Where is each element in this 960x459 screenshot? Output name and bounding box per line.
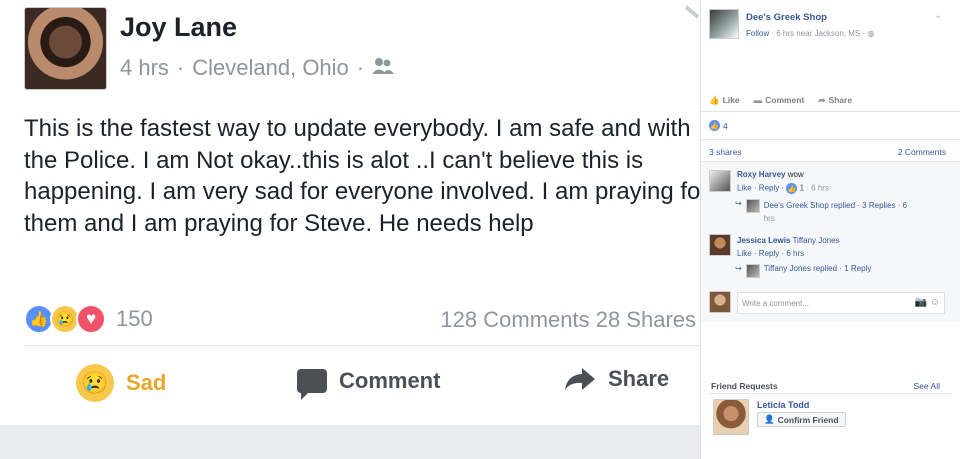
share-arrow-icon [565, 368, 595, 390]
page-time: · 6 hrs near Jackson, MS · [771, 29, 866, 38]
post-location[interactable]: Cleveland, Ohio [192, 55, 349, 81]
comment-text: wow [787, 170, 804, 179]
comment-actions: Like · Reply · 👍 1 · 6 hrs [737, 183, 829, 194]
comment-input[interactable]: Write a comment... 📷 ☺ [737, 292, 945, 314]
sad-label: Sad [126, 370, 167, 395]
post-text: This is the fastest way to update everyb… [24, 115, 700, 237]
comments-shares-count[interactable]: 128 Comments 28 Shares [440, 307, 696, 333]
globe-icon: ◍ [867, 29, 875, 38]
comment-actions[interactable]: Like · Reply · 6 hrs [737, 249, 804, 258]
reactions-summary[interactable]: 👍 😢 ♥ 150 [24, 304, 153, 334]
divider [709, 393, 952, 394]
like-reaction-icon: 👍 [709, 120, 720, 131]
follow-link[interactable]: Follow [746, 29, 769, 38]
share-label: Share [608, 366, 670, 391]
comment-time: · 6 hrs [806, 183, 829, 193]
reply-line-2: hrs [763, 214, 775, 223]
comment-placeholder: Write a comment... [742, 299, 809, 308]
post-meta: 4 hrs · Cleveland, Ohio · [120, 55, 395, 81]
post-author[interactable]: Joy Lane [120, 12, 237, 43]
comment: Jessica Lewis Tiffany Jones [737, 236, 840, 245]
reply-thread[interactable]: ↪ Tiffany Jones replied · 1 Reply [735, 264, 871, 278]
see-all-link[interactable]: See All [914, 381, 940, 391]
comment-tag[interactable]: Tiffany Jones [792, 236, 839, 245]
comment-like-count: 1 [799, 183, 805, 193]
meta-separator: · [176, 55, 185, 80]
commenter-avatar[interactable] [709, 234, 731, 256]
camera-icon[interactable]: 📷 [915, 297, 927, 308]
comment-label: Comment [339, 368, 441, 393]
panel-actions: 👍 Like ▬ Comment ➦ Share [709, 95, 852, 106]
post-blank-area [701, 45, 960, 89]
author-avatar[interactable] [24, 7, 107, 90]
comments-count[interactable]: 2 Comments [898, 147, 946, 157]
panel-share-label: Share [828, 95, 853, 105]
panel-like-label: Like [722, 95, 740, 105]
comment-bubble-icon [297, 369, 327, 400]
sad-button[interactable]: 😢 Sad [76, 364, 166, 402]
friend-requests-title: Friend Requests [711, 381, 778, 391]
divider [24, 345, 700, 346]
friend-request-avatar[interactable] [713, 399, 749, 435]
add-friend-icon: 👤 [764, 414, 775, 424]
thumb-icon: 👍 [709, 95, 720, 105]
reply-thread[interactable]: ↪ Dee's Greek Shop replied · 3 Replies ·… [735, 199, 907, 225]
like-count-value: 4 [723, 120, 728, 131]
reply-line: Tiffany Jones replied · 1 Reply [763, 264, 872, 273]
chevron-down-icon[interactable]: ⌄ [934, 10, 942, 21]
panel-like-button[interactable]: 👍 Like [709, 95, 740, 106]
friend-request-name[interactable]: Leticia Todd [757, 400, 809, 410]
meta-separator-2: · [356, 55, 365, 80]
reply-line: Dee's Greek Shop replied · 3 Replies · 6 [763, 201, 908, 210]
emoji-icon[interactable]: ☺ [930, 297, 940, 308]
reply-arrow-icon: ↪ [735, 264, 742, 273]
like-reply-links[interactable]: Like · Reply · [737, 184, 784, 193]
page-name[interactable]: Dee's Greek Shop [746, 12, 827, 23]
love-reaction-icon: ♥ [76, 304, 106, 334]
input-icons: 📷 ☺ [915, 297, 940, 308]
reaction-count: 150 [116, 306, 153, 331]
post-main: Joy Lane 4 hrs · Cleveland, Ohio · This … [0, 0, 700, 459]
comment: Roxy Harvey wow [737, 170, 804, 179]
page-avatar[interactable] [709, 9, 739, 39]
panel-share-button[interactable]: ➦ Share [818, 95, 852, 106]
page-meta: Follow · 6 hrs near Jackson, MS · ◍ [746, 29, 874, 38]
comment-button[interactable]: Comment [297, 368, 441, 400]
post-actions: 😢 Sad Comment Share [0, 360, 700, 410]
edit-pencil-icon[interactable] [684, 5, 700, 19]
panel-comment-button[interactable]: ▬ Comment [754, 95, 805, 106]
reply-arrow-icon: ↪ [735, 199, 742, 208]
my-avatar [709, 291, 731, 313]
comment-icon: ▬ [753, 95, 763, 105]
divider [701, 139, 960, 140]
like-reaction-icon: 👍 [786, 183, 798, 194]
confirm-label: Confirm Friend [777, 414, 839, 425]
reply-avatar [745, 264, 760, 278]
post-time[interactable]: 4 hrs [120, 55, 169, 81]
side-panel: Dee's Greek Shop Follow · 6 hrs near Jac… [700, 0, 960, 459]
shares-count[interactable]: 3 shares [709, 147, 742, 157]
feed-background [0, 425, 700, 459]
divider [701, 111, 960, 112]
reply-text: Dee's Greek Shop replied · 3 Replies · 6… [764, 199, 907, 225]
share-button[interactable]: Share [564, 366, 669, 392]
commenter-avatar[interactable] [709, 170, 731, 192]
reply-avatar [745, 199, 760, 213]
panel-comment-label: Comment [765, 95, 805, 105]
friends-icon [372, 55, 395, 81]
confirm-friend-button[interactable]: 👤 Confirm Friend [757, 412, 846, 427]
panel-like-count[interactable]: 👍 4 [709, 120, 728, 131]
blank-area [701, 322, 960, 374]
commenter-name[interactable]: Roxy Harvey [737, 170, 785, 179]
share-icon: ➦ [818, 95, 826, 105]
sad-face-icon: 😢 [76, 364, 114, 402]
commenter-name[interactable]: Jessica Lewis [737, 236, 790, 245]
